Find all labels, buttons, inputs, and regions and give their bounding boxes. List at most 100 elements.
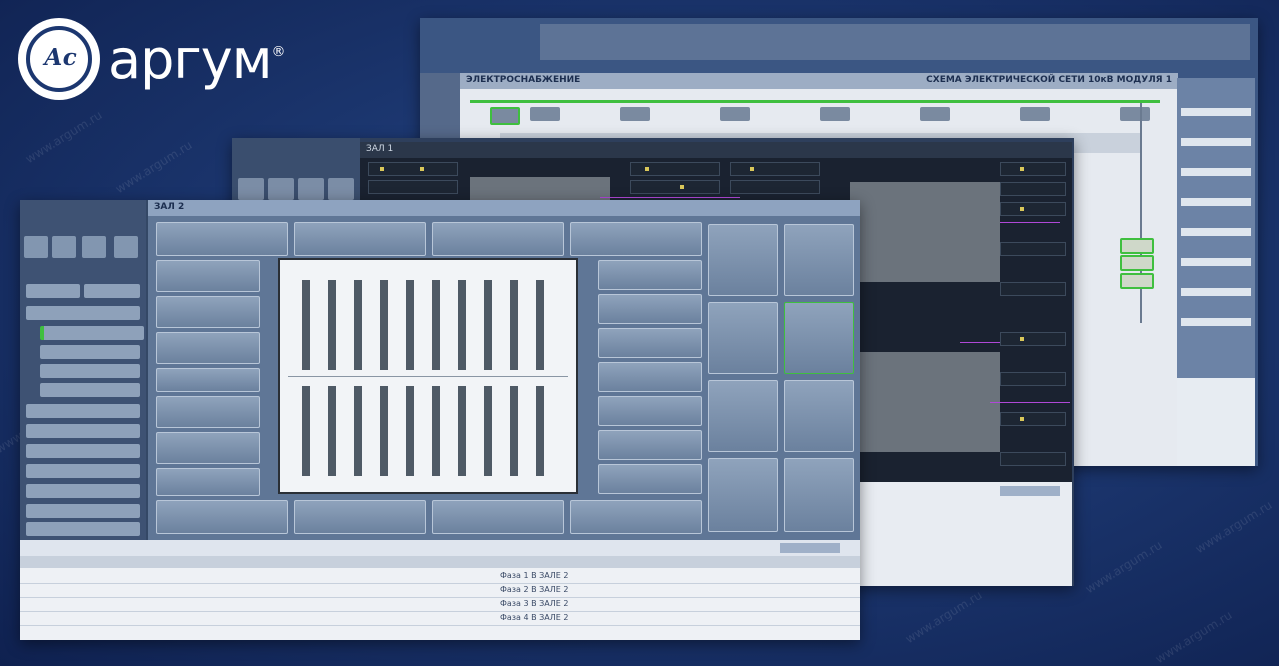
breaker-node[interactable]: [1020, 107, 1050, 121]
nav-tree-item[interactable]: [26, 424, 140, 438]
status-indicator: [1020, 207, 1024, 211]
zone-tile[interactable]: [708, 302, 778, 374]
nav-button[interactable]: [84, 284, 140, 298]
cabinet-panel[interactable]: [598, 328, 702, 358]
nav-toolbar-button[interactable]: [24, 236, 48, 258]
rack-grid: [850, 352, 1000, 452]
table-row[interactable]: Фаза 2 В ЗАЛЕ 2: [20, 584, 860, 598]
cabinet-panel[interactable]: [156, 368, 260, 392]
nav-tree-item[interactable]: [40, 326, 144, 340]
cabinet-panel[interactable]: [598, 260, 702, 290]
cabinet-panel[interactable]: [156, 468, 260, 496]
brand-name: аргум®: [108, 28, 285, 91]
cabinet-panel[interactable]: [432, 222, 564, 256]
cabinet-panel[interactable]: [598, 362, 702, 392]
toolbar-button[interactable]: [328, 178, 354, 200]
zone-tile[interactable]: [708, 224, 778, 296]
cabinet-panel[interactable]: [598, 294, 702, 324]
cabinet-panel[interactable]: [156, 222, 288, 256]
sensor-cell[interactable]: [1000, 202, 1066, 216]
green-switch[interactable]: [1120, 255, 1154, 271]
logo-emblem: Ас: [18, 18, 100, 100]
sensor-cell[interactable]: [730, 162, 820, 176]
breaker-node[interactable]: [530, 107, 560, 121]
rack-row: [302, 386, 310, 476]
sensor-cell[interactable]: [368, 180, 458, 194]
cabinet-panel[interactable]: [570, 222, 702, 256]
toolbar-button[interactable]: [268, 178, 294, 200]
table-cell-message: Фаза 3 В ЗАЛЕ 2: [500, 599, 569, 608]
breaker-node[interactable]: [820, 107, 850, 121]
rack-row: [354, 280, 362, 370]
breaker-node[interactable]: [920, 107, 950, 121]
nav-toolbar-button[interactable]: [114, 236, 138, 258]
nav-button[interactable]: [26, 284, 80, 298]
green-switch[interactable]: [1120, 238, 1154, 254]
sensor-cell[interactable]: [730, 180, 820, 194]
sensor-cell[interactable]: [1000, 242, 1066, 256]
cabinet-panel[interactable]: [156, 260, 260, 292]
nav-tree-item[interactable]: [26, 484, 140, 498]
sensor-cell[interactable]: [630, 180, 720, 194]
breaker-node[interactable]: [720, 107, 750, 121]
pager[interactable]: [1000, 486, 1060, 496]
toolbar-button[interactable]: [298, 178, 324, 200]
cabinet-panel[interactable]: [156, 396, 260, 428]
zone-tile[interactable]: [708, 458, 778, 532]
sensor-cell[interactable]: [1000, 372, 1066, 386]
cabinet-panel[interactable]: [294, 222, 426, 256]
cabinet-panel[interactable]: [598, 396, 702, 426]
sensor-cell[interactable]: [1000, 282, 1066, 296]
rack-row: [536, 280, 544, 370]
brand-logo: Ас аргум®: [18, 18, 285, 100]
cabinet-panel[interactable]: [156, 500, 288, 534]
cabinet-panel[interactable]: [598, 464, 702, 494]
nav-tree-item[interactable]: [26, 444, 140, 458]
table-row[interactable]: Фаза 3 В ЗАЛЕ 2: [20, 598, 860, 612]
breaker-node[interactable]: [1120, 107, 1150, 121]
breaker-node[interactable]: [620, 107, 650, 121]
cabinet-panel[interactable]: [598, 430, 702, 460]
zone-tile[interactable]: [708, 380, 778, 452]
cabinet-panel[interactable]: [156, 296, 260, 328]
table-row[interactable]: Фаза 4 В ЗАЛЕ 2: [20, 612, 860, 626]
nav-tree-item[interactable]: [40, 383, 140, 397]
zone-tile[interactable]: [784, 224, 854, 296]
breaker-node[interactable]: [490, 107, 520, 125]
sensor-cell[interactable]: [1000, 452, 1066, 466]
right-panel-row: [1181, 168, 1251, 176]
sensor-cell[interactable]: [1000, 162, 1066, 176]
rack-row: [484, 386, 492, 476]
green-switch[interactable]: [1120, 273, 1154, 289]
cabinet-panel[interactable]: [294, 500, 426, 534]
sensor-cell[interactable]: [1000, 412, 1066, 426]
back-window-right-panel: [1177, 78, 1255, 378]
zone-tile[interactable]: [784, 380, 854, 452]
nav-tree-item[interactable]: [26, 522, 140, 536]
cabinet-panel[interactable]: [156, 432, 260, 464]
table-cell-message: Фаза 2 В ЗАЛЕ 2: [500, 585, 569, 594]
nav-toolbar-button[interactable]: [52, 236, 76, 258]
sensor-cell[interactable]: [1000, 332, 1066, 346]
pager[interactable]: [780, 543, 840, 553]
cabinet-panel[interactable]: [570, 500, 702, 534]
event-table-toolbar: [20, 540, 860, 556]
nav-tree-item[interactable]: [26, 306, 140, 320]
sensor-cell[interactable]: [1000, 182, 1066, 196]
watermark: www.argum.ru: [1152, 607, 1235, 666]
nav-tree-item[interactable]: [26, 404, 140, 418]
nav-tree-item[interactable]: [26, 504, 140, 518]
nav-toolbar-button[interactable]: [82, 236, 106, 258]
nav-tree-item[interactable]: [40, 345, 140, 359]
toolbar-button[interactable]: [238, 178, 264, 200]
cabinet-panel[interactable]: [432, 500, 564, 534]
zone-tile[interactable]: [784, 458, 854, 532]
cabinet-panel[interactable]: [156, 332, 260, 364]
sensor-cell[interactable]: [630, 162, 720, 176]
right-panel-row: [1181, 138, 1251, 146]
rack-row: [302, 280, 310, 370]
table-row[interactable]: Фаза 1 В ЗАЛЕ 2: [20, 570, 860, 584]
nav-tree-item[interactable]: [26, 464, 140, 478]
nav-tree-item[interactable]: [40, 364, 140, 378]
zone-tile[interactable]: [784, 302, 854, 374]
